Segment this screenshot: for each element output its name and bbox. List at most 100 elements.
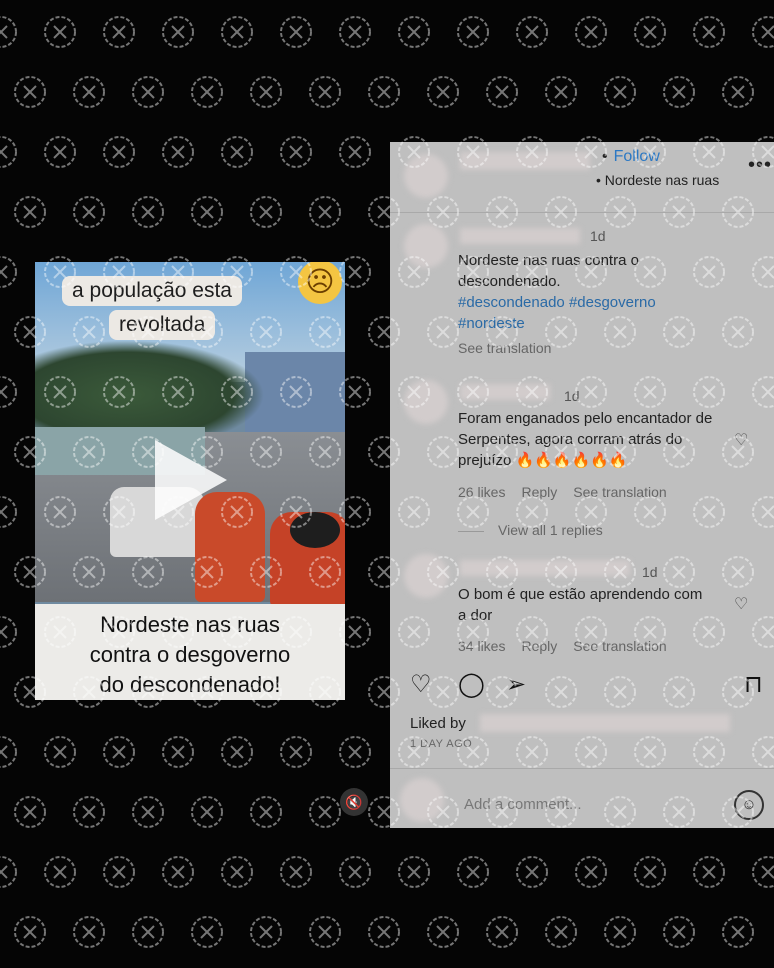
comment-meta: 26 likes Reply See translation (458, 484, 683, 500)
watermark-x-icon (103, 16, 135, 48)
watermark-x-icon (44, 736, 76, 768)
watermark-x-icon (0, 496, 17, 528)
watermark-x-icon (73, 196, 105, 228)
screenshot-page: a população esta revoltada ☹ Nordeste na… (0, 0, 774, 968)
play-icon[interactable] (155, 440, 227, 520)
watermark-x-icon (0, 856, 17, 888)
watermark-x-icon (516, 16, 548, 48)
bookmark-icon[interactable]: ⊓ (744, 670, 763, 699)
watermark-x-icon (457, 16, 489, 48)
caption-text: Nordeste nas ruas contra o descondenado. (458, 252, 639, 290)
mute-icon[interactable]: 🔇 (340, 788, 368, 816)
comment-avatar[interactable] (404, 554, 448, 598)
watermark-x-icon (132, 796, 164, 828)
comment-see-translation[interactable]: See translation (573, 484, 666, 500)
share-icon[interactable]: ➢ (506, 670, 526, 699)
watermark-x-icon (132, 916, 164, 948)
watermark-x-icon (752, 856, 774, 888)
follow-button[interactable]: • Follow (602, 148, 660, 166)
watermark-x-icon (398, 16, 430, 48)
watermark-x-icon (398, 856, 430, 888)
post-actions: ♡ ◯ ➢ ⊓ (390, 670, 774, 710)
comment-time: 1d (642, 564, 658, 580)
watermark-x-icon (73, 796, 105, 828)
watermark-x-icon (162, 136, 194, 168)
watermark-x-icon (103, 736, 135, 768)
watermark-x-icon (0, 736, 17, 768)
watermark-x-icon (221, 136, 253, 168)
video-player[interactable]: a população esta revoltada ☹ Nordeste na… (35, 262, 345, 700)
actions-divider (390, 768, 774, 769)
watermark-x-icon (604, 916, 636, 948)
comment-reply-button[interactable]: Reply (521, 638, 557, 654)
view-all-replies[interactable]: View all 1 replies (458, 522, 603, 538)
watermark-x-icon (545, 76, 577, 108)
watermark-x-icon (693, 16, 725, 48)
watermark-x-icon (73, 76, 105, 108)
watermark-x-icon (162, 856, 194, 888)
post-panel: • Follow • Nordeste nas ruas ••• 1d Norde… (390, 142, 774, 828)
watermark-x-icon (14, 76, 46, 108)
watermark-x-icon (132, 76, 164, 108)
replies-line (458, 530, 484, 532)
watermark-x-icon (103, 136, 135, 168)
heart-icon[interactable]: ♡ (410, 670, 432, 699)
comment-like-heart-icon[interactable]: ♡ (734, 594, 748, 614)
comment-like-heart-icon[interactable]: ♡ (734, 430, 748, 450)
video-caption-line-1: Nordeste nas ruas (100, 612, 280, 637)
watermark-x-icon (250, 196, 282, 228)
watermark-x-icon (0, 256, 17, 288)
watermark-x-icon (339, 136, 371, 168)
hashtag-link[interactable]: #desgoverno (569, 294, 656, 311)
more-options-icon[interactable]: ••• (748, 154, 772, 177)
watermark-x-icon (722, 916, 754, 948)
posted-time: 1 DAY AGO (410, 738, 473, 750)
hashtag-link[interactable]: #nordeste (458, 315, 525, 332)
watermark-x-icon (457, 856, 489, 888)
comment-reply-button[interactable]: Reply (521, 484, 557, 500)
comment-username-blurred (460, 560, 630, 576)
watermark-x-icon (752, 16, 774, 48)
watermark-x-icon (14, 796, 46, 828)
watermark-x-icon (14, 196, 46, 228)
watermark-x-icon (191, 76, 223, 108)
current-user-avatar (400, 778, 444, 822)
liked-by-label[interactable]: Liked by (410, 715, 466, 732)
watermark-x-icon (309, 916, 341, 948)
comment-icon[interactable]: ◯ (458, 670, 485, 699)
comment-text: O bom é que estão aprendendo com a dor (458, 586, 703, 624)
header-divider (390, 212, 774, 213)
watermark-x-icon (14, 916, 46, 948)
location-label: Nordeste nas ruas (604, 172, 720, 188)
separator-dot-icon: • (602, 148, 608, 165)
watermark-x-icon (280, 16, 312, 48)
watermark-x-icon (634, 856, 666, 888)
author-name-blurred (460, 152, 590, 170)
comment-text: Foram enganados pelo encantador de Serpe… (458, 410, 713, 469)
caption-see-translation[interactable]: See translation (458, 340, 551, 356)
caption-username-blurred (460, 228, 580, 244)
comment-username-blurred (460, 384, 550, 400)
watermark-x-icon (427, 916, 459, 948)
watermark-x-icon (280, 136, 312, 168)
comment-avatar[interactable] (404, 380, 448, 424)
comment-likes[interactable]: 26 likes (458, 484, 505, 500)
watermark-x-icon (132, 196, 164, 228)
add-comment-input[interactable]: Add a comment... (464, 796, 582, 813)
watermark-x-icon (486, 76, 518, 108)
comment-see-translation[interactable]: See translation (573, 638, 666, 654)
caption-avatar[interactable] (404, 224, 448, 268)
comment-likes[interactable]: 34 likes (458, 638, 505, 654)
hashtag-link[interactable]: #descondenado (458, 294, 565, 311)
watermark-x-icon (545, 916, 577, 948)
watermark-x-icon (250, 796, 282, 828)
watermark-x-icon (693, 856, 725, 888)
watermark-x-icon (221, 856, 253, 888)
watermark-x-icon (0, 136, 17, 168)
emoji-icon[interactable]: ☺ (734, 790, 764, 820)
shocked-emoji-icon: ☹ (298, 262, 342, 304)
location-link[interactable]: • Nordeste nas ruas (596, 172, 719, 188)
watermark-x-icon (162, 16, 194, 48)
watermark-x-icon (663, 916, 695, 948)
author-avatar[interactable] (404, 154, 448, 198)
